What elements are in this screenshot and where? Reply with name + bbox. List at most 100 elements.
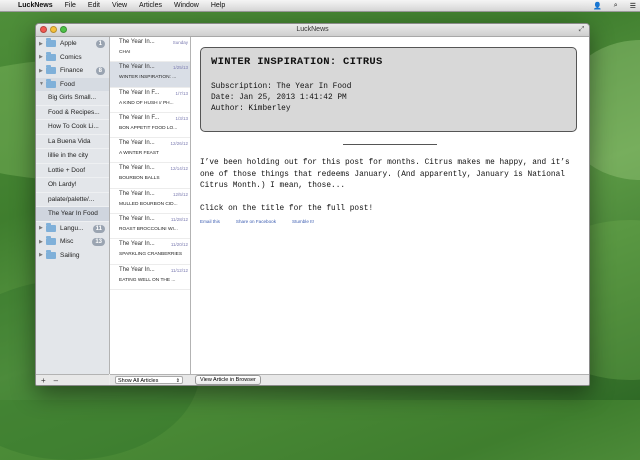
sidebar-folder[interactable]: ▶ Misc 13 <box>36 235 109 249</box>
article-title: MULLED BOURBON CID... <box>119 201 178 207</box>
article-filter-select[interactable]: Show All Articles ⇕ <box>115 376 183 384</box>
sidebar-item-label: Oh Lardy! <box>48 181 77 189</box>
list-icon[interactable]: ☰ <box>630 2 636 10</box>
search-icon[interactable]: ⌕ <box>614 2 618 10</box>
sidebar-folder[interactable]: ▶ Sailing <box>36 249 109 263</box>
sidebar-feed[interactable]: The Year In Food <box>36 207 109 222</box>
article-list-item[interactable]: The Year In... 11/12/12 EATING WELL ON THE… <box>110 265 190 290</box>
article-filter-value: Show All Articles <box>118 378 159 384</box>
folder-icon <box>46 38 56 48</box>
email-this-link[interactable]: Email this <box>200 219 220 224</box>
user-icon[interactable]: 👤 <box>593 2 602 10</box>
sidebar-feed[interactable]: Oh Lardy! <box>36 178 109 193</box>
article-date: 1/3/13 <box>175 115 188 121</box>
zoom-button[interactable] <box>60 26 67 33</box>
article-title: EATING WELL ON THE ... <box>119 277 176 283</box>
sidebar-item-label: The Year In Food <box>48 210 98 218</box>
title-bar[interactable]: LuckNews ⤢ <box>36 24 589 37</box>
sidebar-folder[interactable]: ▶ Finance 8 <box>36 64 109 78</box>
menu-help[interactable]: Help <box>211 2 225 9</box>
folder-icon <box>46 78 56 88</box>
share-links: Email this Share on Facebook Stumble It! <box>200 219 330 224</box>
article-list-item[interactable]: The Year In F... 1/3/13 BON APPETIT FOOD L… <box>110 113 190 139</box>
article-title: A WINTER FEAST <box>119 151 159 157</box>
folder-icon <box>46 65 56 75</box>
article-list-item[interactable]: The Year In F... 1/7/13 A KIND OF HUSH // … <box>110 88 190 113</box>
article-date: 11/12/12 <box>170 267 188 273</box>
article-title: BOURBON BALLS <box>119 176 160 182</box>
menu-edit[interactable]: Edit <box>88 2 100 9</box>
article-title: ROAST BROCCOLINI WI... <box>119 227 178 233</box>
article-list-item[interactable]: The Year In... 12/14/12 BOURBON BALLS <box>110 163 190 189</box>
article-date: 12/26/12 <box>170 141 188 147</box>
sidebar-item-label: Lottie + Doof <box>48 166 86 174</box>
unread-count-badge: 8 <box>95 67 105 75</box>
disclosure-open-icon[interactable]: ▼ <box>39 81 45 87</box>
article-date: 12/14/12 <box>170 166 188 172</box>
sidebar-folder[interactable]: ▶ Comics <box>36 51 109 65</box>
fullscreen-icon[interactable]: ⤢ <box>578 26 585 33</box>
article-author: Author: Kimberley <box>211 105 291 113</box>
divider <box>343 144 437 145</box>
sidebar-feed[interactable]: lillie in the city <box>36 149 109 164</box>
view-in-browser-button[interactable]: View Article in Browser <box>195 375 261 385</box>
article-list-item[interactable]: The Year In... 12/26/12 A WINTER FEAST <box>110 138 190 164</box>
article-title: WINTER INSPIRATION: ... <box>119 75 177 81</box>
sidebar-folder[interactable]: ▶ Apple 1 <box>36 37 109 51</box>
sidebar-folder[interactable]: ▼ Food <box>36 77 109 91</box>
menu-app[interactable]: LuckNews <box>18 2 53 9</box>
folder-icon <box>46 222 56 232</box>
app-window: LuckNews ⤢ ▶ Apple 1 ▶ Comics ▶ Finance 8 ▼ Food B… <box>35 23 590 386</box>
sidebar-item-label: Big Girls Small... <box>48 94 97 102</box>
disclosure-closed-icon[interactable]: ▶ <box>39 54 45 60</box>
disclosure-closed-icon[interactable]: ▶ <box>39 239 45 245</box>
sidebar-item-label: Comics <box>60 53 82 61</box>
stumble-link[interactable]: Stumble It! <box>292 219 314 224</box>
sidebar-item-label: lillie in the city <box>48 152 89 160</box>
article-title: A KIND OF HUSH // PH... <box>119 100 174 106</box>
sidebar-item-label: Misc <box>60 238 74 246</box>
close-button[interactable] <box>40 26 47 33</box>
article-title[interactable]: WINTER INSPIRATION: CITRUS <box>211 56 566 68</box>
disclosure-closed-icon[interactable]: ▶ <box>39 68 45 74</box>
article-date: 1/25/13 <box>172 65 188 71</box>
article-date: 1/7/13 <box>175 90 188 96</box>
remove-feed-button[interactable]: – <box>54 376 58 385</box>
menu-file[interactable]: File <box>65 2 76 9</box>
sidebar-item-label: La Buena Vida <box>48 137 91 145</box>
menu-articles[interactable]: Articles <box>139 2 162 9</box>
feeds-sidebar: ▶ Apple 1 ▶ Comics ▶ Finance 8 ▼ Food Big Girls Sm… <box>36 37 110 374</box>
minimize-button[interactable] <box>50 26 57 33</box>
menu-view[interactable]: View <box>112 2 127 9</box>
article-list: The Year In... Sunday CHAI The Year In... 1/… <box>110 37 191 374</box>
article-date: Sunday <box>172 40 188 45</box>
disclosure-closed-icon[interactable]: ▶ <box>39 41 45 47</box>
share-facebook-link[interactable]: Share on Facebook <box>236 219 276 224</box>
article-list-item[interactable]: The Year In... 11/20/12 SPARKLING CRANBERR… <box>110 239 190 265</box>
sidebar-feed[interactable]: Lottie + Doof <box>36 164 109 178</box>
add-feed-button[interactable]: + <box>41 376 46 385</box>
article-body: I’ve been holding out for this post for … <box>200 159 570 190</box>
sidebar-item-label: palate/palette/... <box>48 195 95 203</box>
sidebar-feed[interactable]: La Buena Vida <box>36 135 109 149</box>
article-list-item[interactable]: The Year In... Sunday CHAI <box>110 37 190 63</box>
article-subscription: Subscription: The Year In Food <box>211 83 352 91</box>
article-list-item[interactable]: The Year In... 12/5/12 MULLED BOURBON CID.… <box>110 189 190 215</box>
article-list-item[interactable]: The Year In... 1/25/13 WINTER INSPIRATION:… <box>110 62 190 88</box>
article-date: 12/5/12 <box>172 191 188 197</box>
sidebar-feed[interactable]: Big Girls Small... <box>36 91 109 106</box>
sidebar-feed[interactable]: How To Cook Li... <box>36 120 109 135</box>
menu-window[interactable]: Window <box>174 2 199 9</box>
sidebar-feed[interactable]: palate/palette/... <box>36 193 109 207</box>
article-list-item[interactable]: The Year In... 11/28/12 ROAST BROCCOLINI W… <box>110 214 190 240</box>
disclosure-closed-icon[interactable]: ▶ <box>39 225 45 231</box>
sidebar-item-label: Finance <box>60 67 84 75</box>
article-title: SPARKLING CRANBERRIES <box>119 252 183 258</box>
disclosure-closed-icon[interactable]: ▶ <box>39 252 45 258</box>
article-header-box: WINTER INSPIRATION: CITRUS Subscription:… <box>200 47 577 132</box>
sidebar-folder[interactable]: ▶ Langu... 11 <box>36 222 109 236</box>
sidebar-item-label: Food <box>60 80 75 88</box>
sidebar-feed[interactable]: Food & Recipes... <box>36 106 109 120</box>
chevron-updown-icon: ⇕ <box>175 378 180 384</box>
unread-count-badge: 13 <box>92 238 105 246</box>
